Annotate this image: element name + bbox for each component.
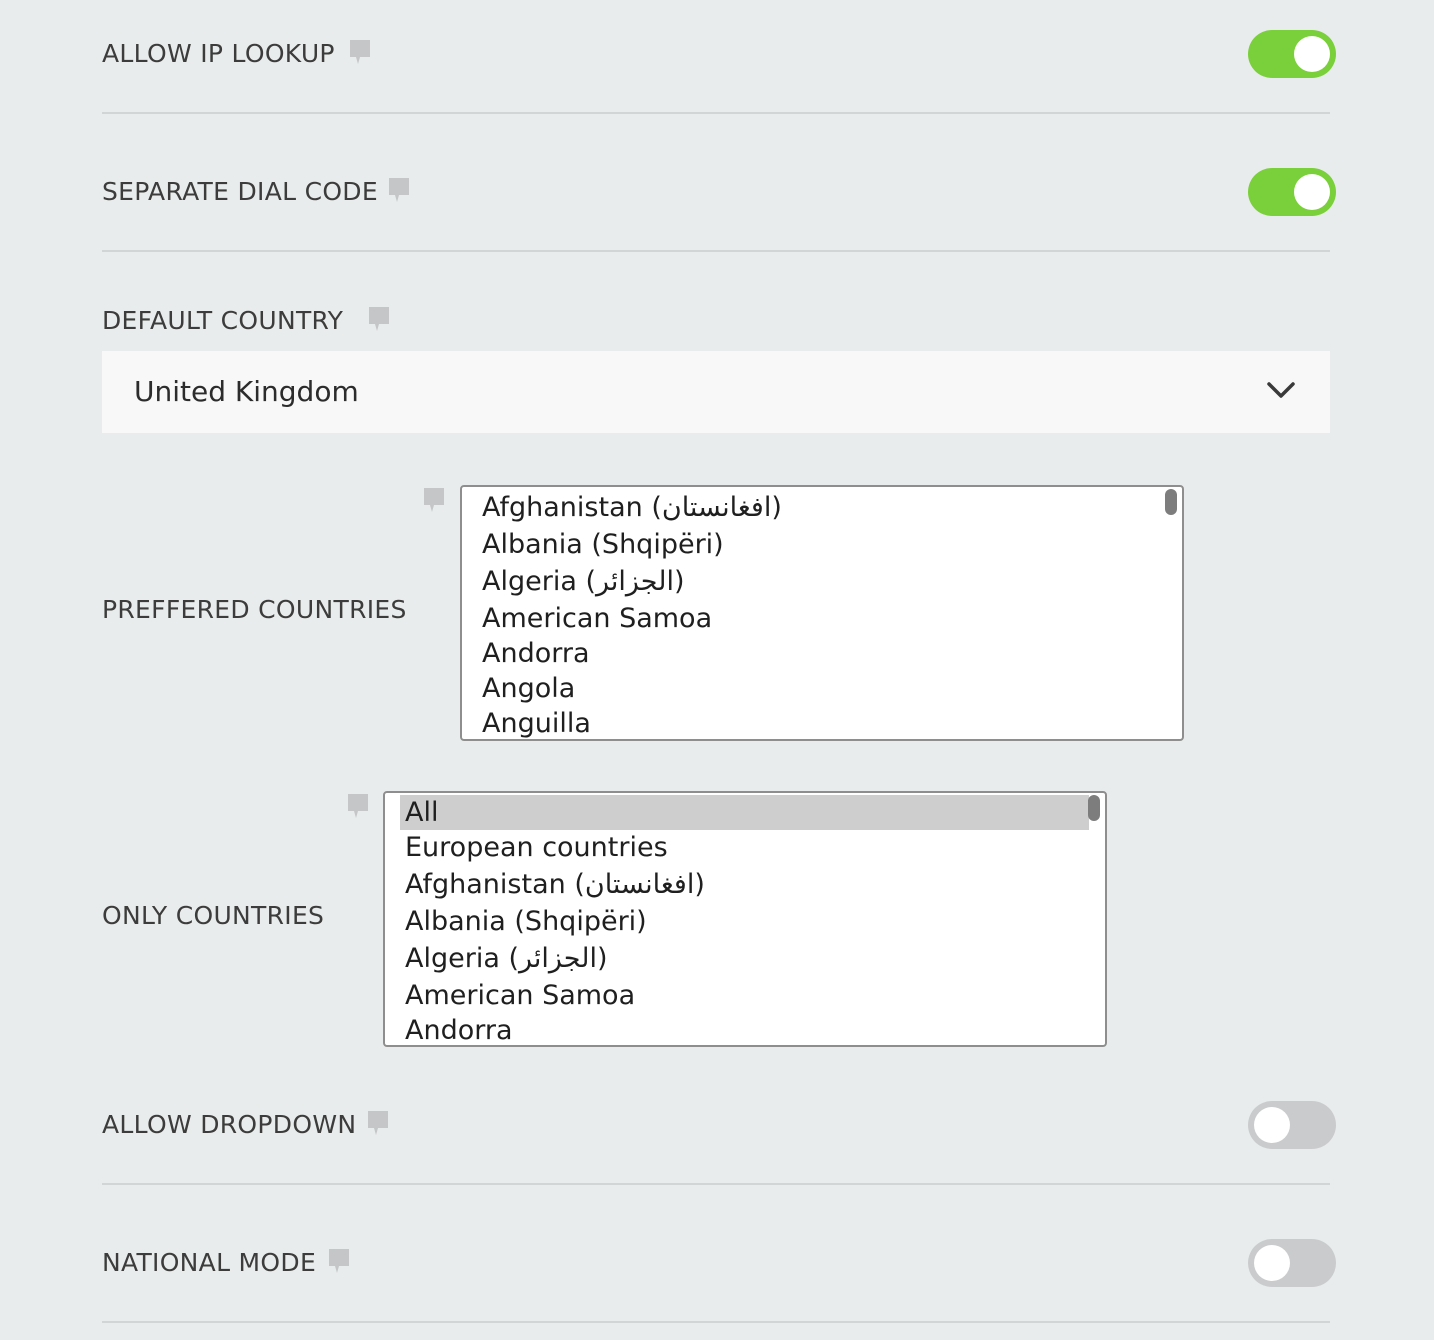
list-option[interactable]: Andorra: [405, 1013, 513, 1045]
national-mode-toggle[interactable]: [1248, 1239, 1336, 1287]
list-option[interactable]: European countries: [405, 830, 668, 865]
help-tooltip-icon[interactable]: [367, 307, 391, 333]
list-option[interactable]: Albania (Shqipëri): [482, 527, 724, 562]
scrollbar-thumb[interactable]: [1165, 489, 1177, 515]
toggle-knob: [1294, 36, 1330, 72]
toggle-knob: [1254, 1107, 1290, 1143]
list-option[interactable]: Anguilla: [482, 706, 591, 739]
list-option[interactable]: Albania (Shqipëri): [405, 904, 647, 939]
help-tooltip-icon[interactable]: [327, 1249, 351, 1275]
help-tooltip-icon[interactable]: [387, 178, 411, 204]
list-option[interactable]: Afghanistan (‫افغانستان‬‎): [405, 867, 705, 902]
help-tooltip-icon[interactable]: [348, 40, 372, 66]
only-countries-listbox[interactable]: All European countries Afghanistan (‫افغ…: [383, 791, 1107, 1047]
list-option[interactable]: Algeria (‫الجزائر‬‎): [482, 564, 685, 599]
list-option[interactable]: Afghanistan (‫افغانستان‬‎): [482, 490, 782, 525]
default-country-select[interactable]: United Kingdom: [102, 351, 1330, 433]
list-option-selected[interactable]: All: [400, 795, 1089, 830]
toggle-knob: [1254, 1245, 1290, 1281]
allow-dropdown-toggle[interactable]: [1248, 1101, 1336, 1149]
list-option[interactable]: American Samoa: [405, 978, 635, 1013]
national-mode-label: NATIONAL MODE: [102, 1248, 317, 1277]
divider: [102, 112, 1330, 114]
list-option[interactable]: Andorra: [482, 636, 590, 671]
separate-dial-code-label: SEPARATE DIAL CODE: [102, 177, 378, 206]
default-country-label: DEFAULT COUNTRY: [102, 306, 344, 335]
scrollbar-thumb[interactable]: [1088, 795, 1100, 821]
separate-dial-code-toggle[interactable]: [1248, 168, 1336, 216]
list-option[interactable]: Algeria (‫الجزائر‬‎): [405, 941, 608, 976]
chevron-down-icon: [1267, 382, 1295, 398]
list-option[interactable]: American Samoa: [482, 601, 712, 636]
help-tooltip-icon[interactable]: [422, 488, 446, 514]
allow-ip-lookup-label: ALLOW IP LOOKUP: [102, 39, 335, 68]
allow-ip-lookup-toggle[interactable]: [1248, 30, 1336, 78]
allow-dropdown-label: ALLOW DROPDOWN: [102, 1110, 357, 1139]
toggle-knob: [1294, 174, 1330, 210]
preferred-countries-label: PREFFERED COUNTRIES: [102, 595, 407, 624]
list-option[interactable]: Angola: [482, 671, 575, 706]
only-countries-label: ONLY COUNTRIES: [102, 901, 325, 930]
preferred-countries-listbox[interactable]: Afghanistan (‫افغانستان‬‎) Albania (Shqi…: [460, 485, 1184, 741]
default-country-value: United Kingdom: [134, 375, 359, 408]
divider: [102, 250, 1330, 252]
help-tooltip-icon[interactable]: [346, 794, 370, 820]
divider: [102, 1321, 1330, 1323]
divider: [102, 1183, 1330, 1185]
help-tooltip-icon[interactable]: [366, 1111, 390, 1137]
